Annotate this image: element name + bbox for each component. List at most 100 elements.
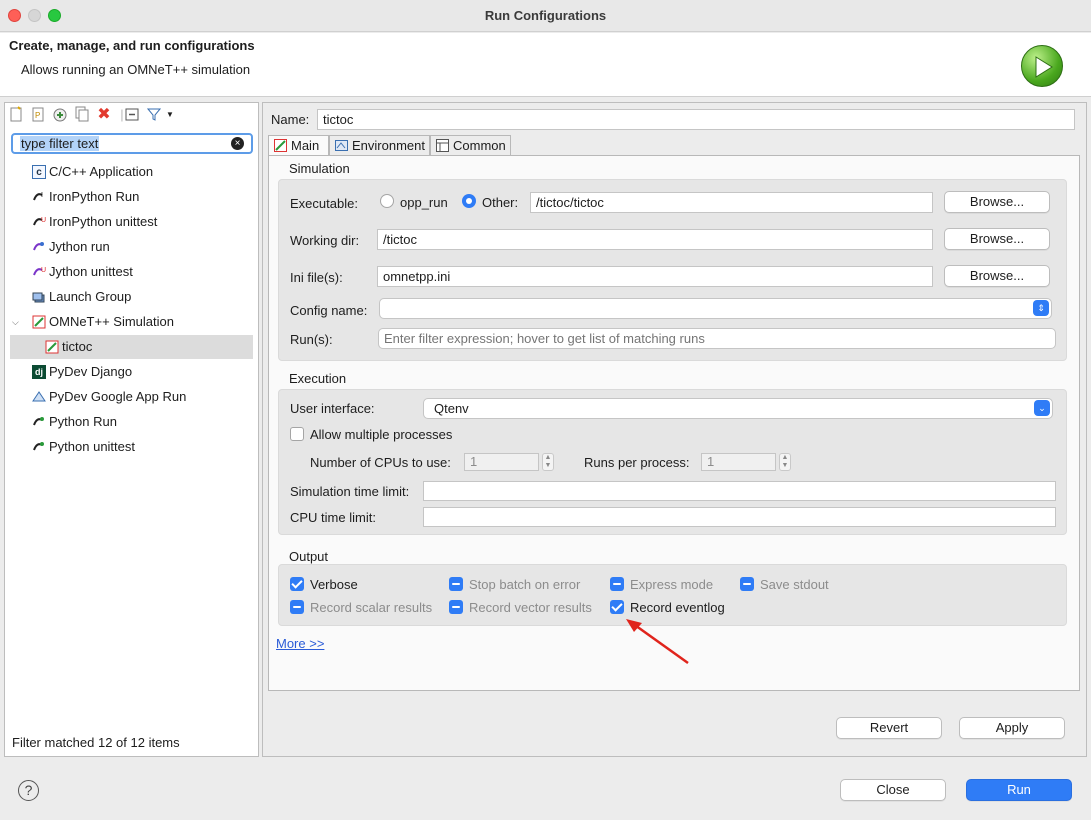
verbose-checkbox[interactable] (290, 577, 304, 591)
allow-multiple-processes-label: Allow multiple processes (310, 427, 453, 442)
jython-icon (32, 240, 46, 254)
runs-filter-input[interactable] (378, 328, 1056, 349)
tree-item-label: C/C++ Application (49, 164, 154, 179)
tab-common[interactable]: Common (430, 135, 511, 155)
output-group-title: Output (289, 549, 329, 564)
more-link[interactable]: More >> (276, 636, 324, 651)
tree-item-label: OMNeT++ Simulation (49, 314, 174, 329)
django-icon: dj (32, 365, 46, 379)
user-interface-select[interactable]: Qtenv ⌄ (423, 398, 1053, 419)
cpus-input: 1 (464, 453, 539, 471)
record-scalar-checkbox[interactable] (290, 600, 304, 614)
ini-files-input[interactable]: omnetpp.ini (377, 266, 933, 287)
duplicate-config-icon[interactable] (74, 106, 90, 124)
other-label: Other: (482, 195, 519, 210)
runs-per-process-input: 1 (701, 453, 776, 471)
record-scalar-label: Record scalar results (310, 600, 433, 615)
filter-status: Filter matched 12 of 12 items (12, 735, 180, 750)
opp-run-radio[interactable] (380, 194, 394, 208)
launch-group-icon (32, 290, 46, 304)
execution-group-title: Execution (289, 371, 347, 386)
collapse-all-icon[interactable] (124, 106, 140, 124)
filter-menu-chevron-icon[interactable]: ▼ (162, 106, 178, 124)
annotation-arrow-icon (626, 619, 689, 665)
sim-time-limit-label: Simulation time limit: (290, 484, 410, 499)
tree-item-label: Python Run (49, 414, 117, 429)
sim-time-limit-input[interactable] (423, 481, 1056, 501)
tree-item-label: Jython unittest (49, 264, 133, 279)
config-name-label: Config name: (290, 303, 368, 318)
jython-unittest-icon: U (32, 265, 46, 279)
save-stdout-checkbox[interactable] (740, 577, 754, 591)
cpus-stepper: ▲ ▼ (542, 453, 554, 471)
updown-chevron-icon: ⇕ (1033, 300, 1049, 316)
config-name-select[interactable]: ⇕ (379, 298, 1052, 319)
google-app-icon (32, 390, 46, 404)
filter-input-text: type filter text (20, 136, 100, 151)
svg-text:I: I (41, 192, 43, 199)
c-app-icon: c (32, 165, 46, 179)
tab-common-label: Common (453, 138, 506, 153)
run-button[interactable]: Run (966, 779, 1072, 801)
new-prototype-icon[interactable]: P (30, 106, 46, 124)
filter-icon[interactable] (146, 106, 162, 124)
stop-batch-label: Stop batch on error (469, 577, 581, 592)
export-config-icon[interactable] (52, 106, 68, 124)
tree-item-label: Launch Group (49, 289, 132, 304)
tab-environment[interactable]: Environment (329, 135, 430, 155)
omnet-icon (32, 315, 46, 329)
tree-item-label: IronPython unittest (49, 214, 158, 229)
working-dir-label: Working dir: (290, 233, 360, 248)
tree-item-label: PyDev Django (49, 364, 133, 379)
record-vector-checkbox[interactable] (449, 600, 463, 614)
record-eventlog-label: Record eventlog (630, 600, 725, 615)
help-icon[interactable]: ? (18, 780, 39, 801)
clear-filter-icon[interactable]: × (231, 137, 244, 150)
browse-executable-button[interactable]: Browse... (944, 191, 1050, 213)
executable-input[interactable]: /tictoc/tictoc (530, 192, 933, 213)
header-description: Allows running an OMNeT++ simulation (21, 62, 251, 77)
svg-text:P: P (35, 111, 40, 120)
runs-per-process-label: Runs per process: (584, 455, 690, 470)
runs-label: Run(s): (290, 332, 333, 347)
working-dir-input[interactable]: /tictoc (377, 229, 933, 250)
cpu-time-limit-input[interactable] (423, 507, 1056, 527)
browse-ini-button[interactable]: Browse... (944, 265, 1050, 287)
user-interface-label: User interface: (290, 401, 375, 416)
cpu-time-limit-label: CPU time limit: (290, 510, 376, 525)
new-config-icon[interactable] (8, 106, 24, 124)
express-mode-checkbox[interactable] (610, 577, 624, 591)
tree-item-label: Jython run (49, 239, 110, 254)
verbose-label: Verbose (310, 577, 358, 592)
other-radio[interactable] (462, 194, 476, 208)
tree-item-label: Python unittest (49, 439, 135, 454)
environment-tab-icon (335, 140, 348, 151)
close-button[interactable]: Close (840, 779, 946, 801)
apply-button[interactable]: Apply (959, 717, 1065, 739)
allow-multiple-processes-checkbox[interactable] (290, 427, 304, 441)
stop-batch-checkbox[interactable] (449, 577, 463, 591)
executable-label: Executable: (290, 196, 358, 211)
header-title: Create, manage, and run configurations (9, 38, 255, 53)
name-label: Name: (271, 112, 310, 127)
svg-text:U: U (41, 267, 46, 274)
delete-config-icon[interactable]: ✖ (96, 106, 112, 124)
user-interface-value: Qtenv (434, 401, 469, 416)
chevron-down-icon[interactable]: ⌵ (12, 311, 19, 333)
opp-run-label: opp_run (400, 195, 448, 210)
save-stdout-label: Save stdout (760, 577, 829, 592)
simulation-group-title: Simulation (289, 161, 350, 176)
filter-input[interactable]: type filter text × (11, 133, 253, 154)
ini-files-label: Ini file(s): (290, 270, 343, 285)
browse-working-dir-button[interactable]: Browse... (944, 228, 1050, 250)
cpus-label: Number of CPUs to use: (310, 455, 451, 470)
record-eventlog-checkbox[interactable] (610, 600, 624, 614)
ironpython-icon: I (32, 190, 46, 204)
name-input[interactable]: tictoc (317, 109, 1075, 130)
revert-button[interactable]: Revert (836, 717, 942, 739)
main-tab-icon (274, 139, 287, 152)
chevron-down-icon: ⌄ (1034, 400, 1050, 416)
python-unittest-icon (32, 440, 46, 454)
tab-main[interactable]: Main (268, 135, 329, 156)
tab-environment-label: Environment (352, 138, 425, 153)
